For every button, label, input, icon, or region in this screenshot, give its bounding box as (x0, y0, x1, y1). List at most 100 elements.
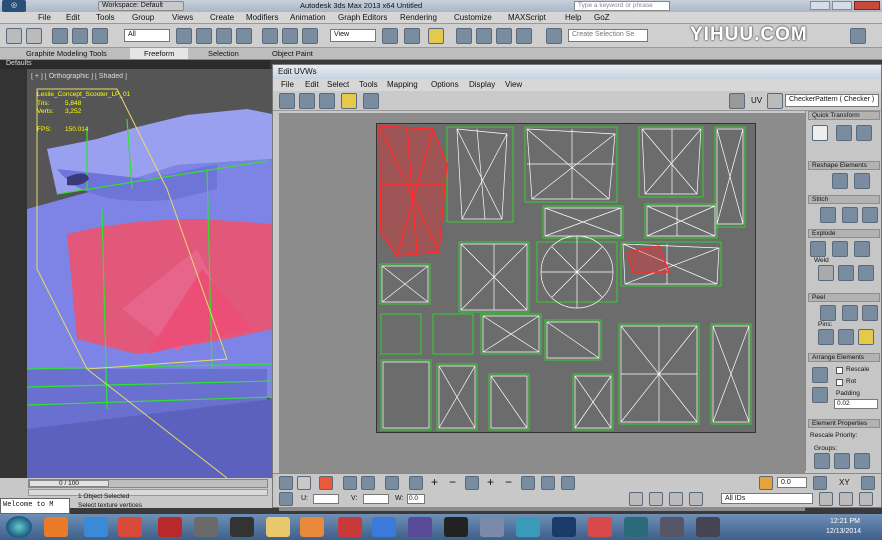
rectangular-selection-icon[interactable] (216, 28, 232, 44)
pin-icon[interactable] (818, 329, 834, 345)
chrome-icon[interactable] (118, 517, 142, 537)
track-bar[interactable] (28, 489, 268, 496)
bind-space-warp-icon[interactable] (92, 28, 108, 44)
edit-named-selection-icon[interactable] (546, 28, 562, 44)
time-slider[interactable]: 0 / 100 (28, 479, 268, 488)
shrink-loop-icon[interactable]: − (449, 475, 456, 489)
close-icon[interactable] (854, 1, 880, 10)
pack-normalize-icon[interactable] (812, 367, 828, 383)
unlink-icon[interactable] (72, 28, 88, 44)
explorer-icon[interactable] (266, 517, 290, 537)
tab-object-paint[interactable]: Object Paint (272, 49, 313, 58)
paint-select-icon[interactable] (521, 476, 535, 490)
reset-peel-icon[interactable] (862, 305, 878, 321)
detach-icon[interactable] (832, 241, 848, 257)
uv-tile-area[interactable] (376, 123, 756, 433)
menu-create[interactable]: Create (210, 13, 234, 22)
menu-graph-editors[interactable]: Graph Editors (338, 13, 387, 22)
xnview-icon[interactable] (408, 517, 432, 537)
xy-toggle[interactable]: XY (839, 478, 850, 487)
auto-pin-icon[interactable] (858, 329, 874, 345)
peel-mode-icon[interactable] (842, 305, 858, 321)
uvw-menu-options[interactable]: Options (431, 80, 459, 89)
u-input[interactable] (313, 494, 339, 504)
show-hidden-edges-icon[interactable] (813, 476, 827, 490)
3dsmax-icon[interactable] (624, 517, 648, 537)
select-manipulate-icon[interactable] (404, 28, 420, 44)
zoom-region-icon[interactable] (839, 492, 853, 506)
menu-customize[interactable]: Customize (454, 13, 492, 22)
point-to-point-icon[interactable] (541, 476, 555, 490)
weld-all-icon[interactable] (858, 265, 874, 281)
menu-modifiers[interactable]: Modifiers (246, 13, 278, 22)
named-selection-dropdown[interactable]: Create Selection Se (568, 29, 648, 42)
filezilla-icon[interactable] (158, 517, 182, 537)
media-player-icon[interactable] (300, 517, 324, 537)
orthographic-viewport[interactable]: [ + ] [ Orthographic ] [ Shaded ] Leslie… (27, 69, 272, 478)
move-icon[interactable] (262, 28, 278, 44)
reference-coordinate-dropdown[interactable]: View (330, 29, 376, 42)
menu-tools[interactable]: Tools (96, 13, 115, 22)
face-mode-icon[interactable] (319, 476, 333, 490)
rollout-reshape-elements[interactable]: Reshape Elements (808, 161, 880, 170)
rollout-arrange-elements[interactable]: Arrange Elements (808, 353, 880, 362)
workspace-dropdown[interactable]: Workspace: Default (98, 1, 184, 11)
redo-icon[interactable] (26, 28, 42, 44)
rollout-quick-transform[interactable]: Quick Transform (808, 111, 880, 120)
stitch-custom-icon[interactable] (820, 207, 836, 223)
firefox-icon[interactable] (44, 517, 68, 537)
rotate-icon[interactable] (299, 93, 315, 109)
app-icon-gray[interactable] (660, 517, 684, 537)
app-icon-red[interactable] (588, 517, 612, 537)
w-input[interactable]: 0.0 (407, 494, 425, 504)
freeform-icon[interactable] (341, 93, 357, 109)
scale-icon[interactable] (319, 93, 335, 109)
menu-file[interactable]: File (38, 13, 51, 22)
select-by-name-icon[interactable] (196, 28, 212, 44)
stitch-source-icon[interactable] (842, 207, 858, 223)
quick-transform-icon[interactable] (812, 125, 828, 141)
filter-selected-icon[interactable] (689, 492, 703, 506)
snaps-toggle-icon[interactable] (456, 28, 472, 44)
uv-options-icon[interactable] (767, 93, 783, 109)
rollout-peel[interactable]: Peel (808, 293, 880, 302)
mirror-icon[interactable] (363, 93, 379, 109)
maxscript-listener[interactable]: Welcome to M (0, 498, 70, 514)
menu-group[interactable]: Group (132, 13, 154, 22)
uvw-menu-tools[interactable]: Tools (359, 80, 378, 89)
uv-toggle[interactable]: UV (751, 96, 762, 105)
ungroup-icon[interactable] (834, 453, 850, 469)
paint-icon[interactable] (338, 517, 362, 537)
rollout-explode[interactable]: Explode (808, 229, 880, 238)
max-logo-icon[interactable]: ◎ (2, 0, 26, 12)
break-icon[interactable] (810, 241, 826, 257)
keyboard-shortcut-icon[interactable] (428, 28, 444, 44)
tab-selection[interactable]: Selection (208, 49, 239, 58)
tray-time[interactable]: 12:21 PM (830, 518, 860, 525)
search-input[interactable]: Type a keyword or phrase (574, 1, 670, 11)
v-input[interactable] (363, 494, 389, 504)
uvw-menu-view[interactable]: View (505, 80, 522, 89)
menu-edit[interactable]: Edit (66, 13, 80, 22)
show-map-icon[interactable] (729, 93, 745, 109)
search-app-icon[interactable] (194, 517, 218, 537)
uv-editor-canvas[interactable] (279, 113, 805, 511)
flatten-icon[interactable] (854, 241, 870, 257)
menu-rendering[interactable]: Rendering (400, 13, 437, 22)
menu-views[interactable]: Views (172, 13, 193, 22)
rollout-element-properties[interactable]: Element Properties (808, 419, 880, 428)
group-selected-icon[interactable] (814, 453, 830, 469)
select-group-icon[interactable] (854, 453, 870, 469)
maya-icon[interactable] (516, 517, 540, 537)
ids-dropdown[interactable]: All IDs (721, 493, 813, 504)
zoom-extents-icon[interactable] (859, 492, 873, 506)
spinner-snap-icon[interactable] (516, 28, 532, 44)
weld-target-icon[interactable] (838, 265, 854, 281)
hide-icon[interactable] (649, 492, 663, 506)
monitor-icon[interactable] (480, 517, 504, 537)
tray-icons[interactable] (760, 520, 820, 534)
zoom-value-input[interactable]: 0.0 (777, 477, 807, 488)
ring-icon[interactable] (409, 476, 423, 490)
menu-goz[interactable]: GoZ (594, 13, 610, 22)
texture-dropdown[interactable]: CheckerPattern ( Checker ) (785, 94, 879, 107)
